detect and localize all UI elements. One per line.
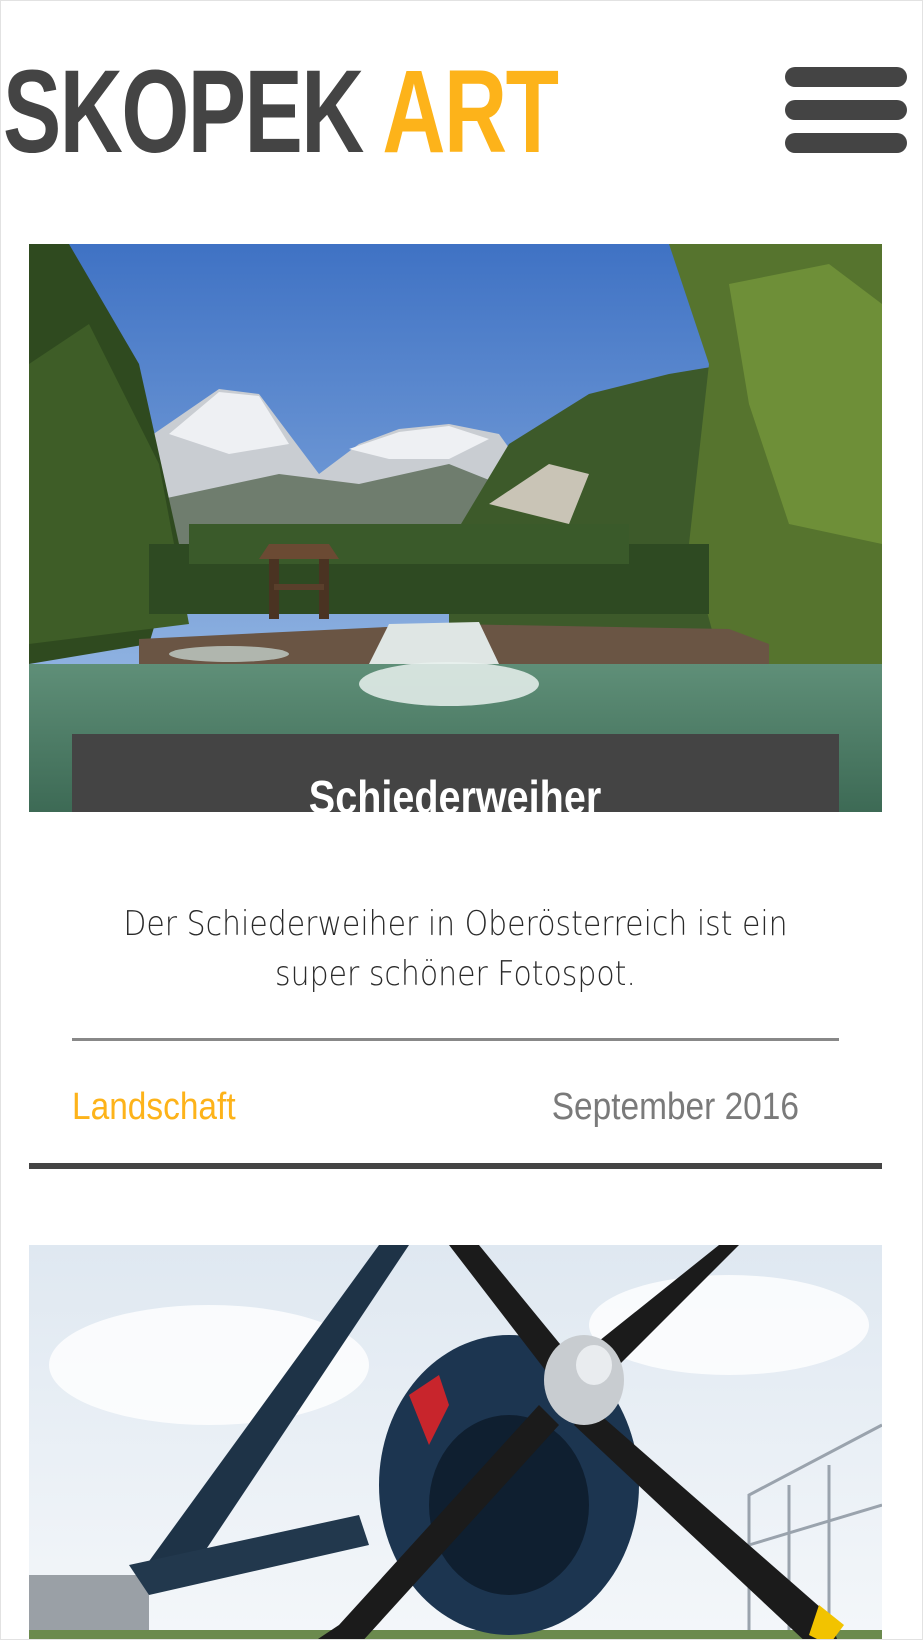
post-title-box[interactable]: Schiederweiher xyxy=(72,734,839,812)
hamburger-menu-icon[interactable] xyxy=(783,65,909,155)
post-image[interactable]: Schiederweiher xyxy=(29,244,882,812)
vintage-propeller-plane-photo xyxy=(29,1245,882,1639)
post-card xyxy=(29,1245,882,1639)
post-title: Schiederweiher xyxy=(309,770,602,813)
menu-bar xyxy=(785,67,907,87)
logo-text-skopek: SKOPEK xyxy=(3,46,364,178)
post-image[interactable] xyxy=(29,1245,882,1639)
post-category-link[interactable]: Landschaft xyxy=(72,1082,236,1132)
post-excerpt: Der Schiederweiher in Oberösterreich ist… xyxy=(123,904,788,994)
mountain-lake-photo xyxy=(29,244,882,812)
logo-text-art: ART xyxy=(382,46,558,178)
menu-bar xyxy=(785,100,907,120)
menu-bar xyxy=(785,133,907,153)
site-header: SKOPEK ART xyxy=(1,1,922,201)
site-logo[interactable]: SKOPEK ART xyxy=(3,53,559,171)
post-card: Schiederweiher Der Schiederweiher in Obe… xyxy=(29,244,882,1169)
post-divider xyxy=(29,1163,882,1169)
meta-divider xyxy=(72,1038,839,1041)
post-date: September 2016 xyxy=(551,1086,799,1128)
page: SKOPEK ART Schiederweiher Der Schiederwe… xyxy=(0,0,923,1640)
